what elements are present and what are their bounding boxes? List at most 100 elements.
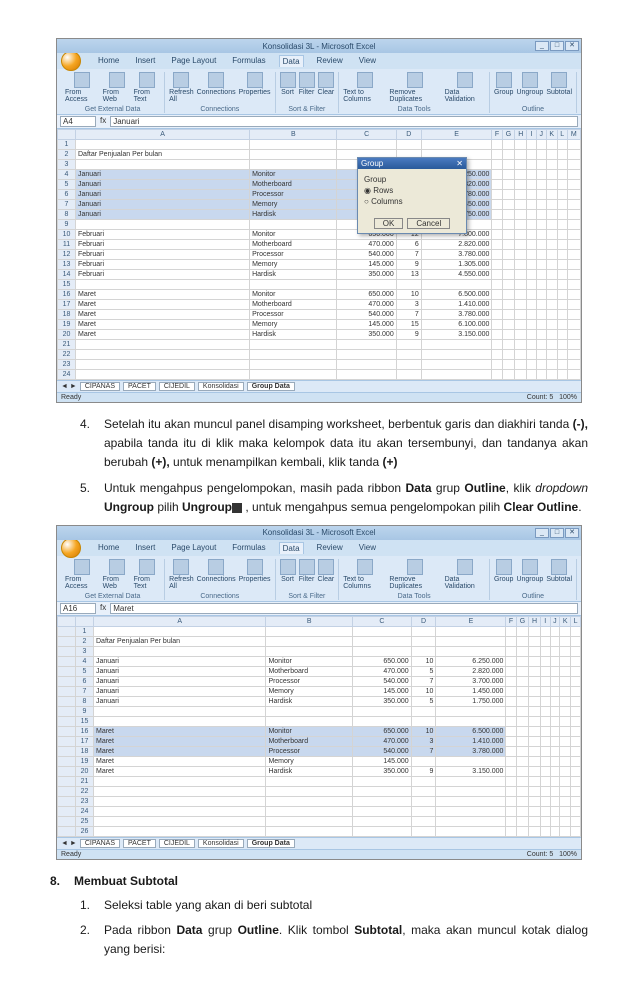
row-header[interactable]: 1: [58, 140, 76, 150]
cell[interactable]: [529, 686, 541, 696]
cell[interactable]: [567, 350, 580, 360]
cell[interactable]: [536, 190, 546, 200]
cell[interactable]: [353, 796, 412, 806]
cell[interactable]: [436, 796, 506, 806]
cell[interactable]: [94, 786, 266, 796]
ribbon-from-text[interactable]: From Text: [134, 72, 161, 103]
table-row[interactable]: 22: [58, 350, 581, 360]
cell[interactable]: [571, 726, 581, 736]
cell[interactable]: Maret: [76, 300, 250, 310]
cell[interactable]: [516, 756, 528, 766]
col-header[interactable]: A: [76, 130, 250, 140]
ribbon-from-web[interactable]: From Web: [103, 559, 131, 590]
cell[interactable]: Processor: [266, 676, 353, 686]
cell[interactable]: [506, 666, 516, 676]
cell[interactable]: [529, 716, 541, 726]
col-header[interactable]: D: [411, 616, 436, 626]
table-row[interactable]: 20MaretHardisk350.00093.150.000: [58, 766, 581, 776]
cell[interactable]: [571, 736, 581, 746]
cell[interactable]: Processor: [250, 310, 337, 320]
cell[interactable]: [527, 250, 537, 260]
cell[interactable]: [396, 340, 421, 350]
cell[interactable]: [337, 360, 396, 370]
cell[interactable]: Maret: [94, 736, 266, 746]
cell[interactable]: [353, 716, 412, 726]
ribbon-refresh-all[interactable]: Refresh All: [169, 72, 194, 103]
cell[interactable]: [516, 746, 528, 756]
cell[interactable]: [266, 826, 353, 836]
cell[interactable]: [550, 626, 560, 636]
ribbon-group[interactable]: Group: [494, 72, 513, 96]
cell[interactable]: [515, 350, 527, 360]
cell[interactable]: [560, 766, 571, 776]
cell[interactable]: 3.780.000: [421, 250, 492, 260]
cell[interactable]: [502, 200, 515, 210]
cell[interactable]: Januari: [94, 696, 266, 706]
cell[interactable]: [546, 180, 557, 190]
cell[interactable]: [560, 656, 571, 666]
cell[interactable]: 10: [396, 290, 421, 300]
cell[interactable]: [502, 360, 515, 370]
row-header[interactable]: 4: [76, 656, 94, 666]
cell[interactable]: [515, 160, 527, 170]
cell[interactable]: 4.550.000: [421, 270, 492, 280]
cell[interactable]: [540, 656, 550, 666]
cell[interactable]: [94, 806, 266, 816]
row-header[interactable]: 18: [76, 746, 94, 756]
col-header[interactable]: J: [550, 616, 560, 626]
cell[interactable]: [571, 646, 581, 656]
cell[interactable]: [436, 646, 506, 656]
spreadsheet-grid[interactable]: ABCDEFGHIJKL12Daftar Penjualan Per bulan…: [57, 616, 581, 837]
cell[interactable]: [266, 806, 353, 816]
cell[interactable]: [550, 816, 560, 826]
outline-cell[interactable]: [58, 776, 76, 786]
minimize-button[interactable]: _: [535, 528, 549, 538]
cell[interactable]: [527, 300, 537, 310]
tab-pagelayout[interactable]: Page Layout: [168, 542, 219, 554]
cell[interactable]: [536, 220, 546, 230]
cell[interactable]: [76, 140, 250, 150]
row-header[interactable]: 18: [58, 310, 76, 320]
cell[interactable]: [557, 330, 567, 340]
row-header[interactable]: 22: [58, 350, 76, 360]
cell[interactable]: [536, 290, 546, 300]
cell[interactable]: [529, 736, 541, 746]
cell[interactable]: [337, 370, 396, 380]
cell[interactable]: [436, 826, 506, 836]
cell[interactable]: [492, 160, 502, 170]
cell[interactable]: [529, 646, 541, 656]
cell[interactable]: [506, 696, 516, 706]
cell[interactable]: [502, 210, 515, 220]
cell[interactable]: [506, 676, 516, 686]
cell[interactable]: Januari: [76, 210, 250, 220]
cell[interactable]: [506, 756, 516, 766]
cell[interactable]: [421, 280, 492, 290]
table-row[interactable]: 3: [58, 646, 581, 656]
cell[interactable]: Memory: [250, 200, 337, 210]
ribbon-text-to-columns[interactable]: Text to Columns: [343, 72, 386, 103]
formula-input[interactable]: Maret: [110, 603, 578, 614]
cell[interactable]: [515, 310, 527, 320]
cell[interactable]: [546, 200, 557, 210]
cell[interactable]: [527, 350, 537, 360]
cell[interactable]: [567, 310, 580, 320]
cell[interactable]: [492, 150, 502, 160]
cell[interactable]: [353, 816, 412, 826]
cell[interactable]: Monitor: [250, 290, 337, 300]
cell[interactable]: [567, 210, 580, 220]
cell[interactable]: [536, 330, 546, 340]
row-header[interactable]: 24: [76, 806, 94, 816]
tab-data[interactable]: Data: [279, 542, 304, 554]
cell[interactable]: [516, 776, 528, 786]
cell[interactable]: [516, 636, 528, 646]
cell[interactable]: [515, 180, 527, 190]
sheet-tab-cipanas[interactable]: CIPANAS: [80, 839, 120, 848]
cell[interactable]: Maret: [76, 290, 250, 300]
cell[interactable]: [515, 300, 527, 310]
cell[interactable]: [536, 140, 546, 150]
cell[interactable]: Hardisk: [250, 270, 337, 280]
cell[interactable]: [567, 250, 580, 260]
sheet-tab-cijedil[interactable]: CIJEDIL: [159, 839, 195, 848]
cell[interactable]: [546, 140, 557, 150]
cell[interactable]: [529, 756, 541, 766]
